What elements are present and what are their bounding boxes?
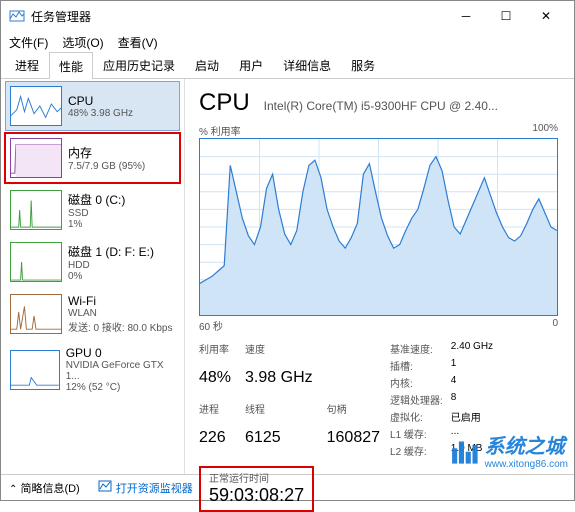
minimize-button[interactable]: ─ [446,1,486,31]
sidebar-disk1-detail2: 0% [68,271,154,282]
sidebar-item-disk0[interactable]: 磁盘 0 (C:) SSD 1% [5,185,180,235]
sidebar-memory-label: 内存 [68,144,145,161]
sidebar-item-memory[interactable]: 内存 7.5/7.9 GB (95%) [5,133,180,183]
value-sockets: 1 [451,358,493,373]
disk0-thumb-icon [10,190,62,230]
sidebar: CPU 48% 3.98 GHz 内存 7.5/7.9 GB (95%) 磁盘 … [1,79,185,474]
sidebar-disk0-label: 磁盘 0 (C:) [68,191,125,208]
tab-performance[interactable]: 性能 [49,52,93,79]
tab-apphistory[interactable]: 应用历史记录 [93,51,185,78]
sidebar-disk0-detail1: SSD [68,208,125,219]
tab-processes[interactable]: 进程 [5,51,49,78]
uptime-box: 正常运行时间 59:03:08:27 [199,466,314,512]
sidebar-cpu-label: CPU [68,94,133,108]
memory-thumb-icon [10,138,62,178]
tab-bar: 进程 性能 应用历史记录 启动 用户 详细信息 服务 [1,53,574,79]
wifi-thumb-icon [10,294,62,334]
cpu-title: CPU [199,89,250,117]
close-button[interactable]: ✕ [526,1,566,31]
sidebar-memory-detail: 7.5/7.9 GB (95%) [68,161,145,172]
menu-view[interactable]: 查看(V) [118,34,158,51]
graph-label-topleft: % 利用率 [199,123,241,138]
value-basespeed: 2.40 GHz [451,341,493,356]
maximize-button[interactable]: ☐ [486,1,526,31]
value-handles: 160827 [327,429,380,458]
sidebar-wifi-detail1: WLAN [68,308,173,319]
label-l1: L1 缓存: [390,426,443,441]
value-virt: 已启用 [451,409,493,424]
sidebar-gpu0-detail2: 12% (52 °C) [66,382,175,393]
cpu-graph[interactable] [199,138,558,316]
menu-options[interactable]: 选项(O) [62,34,103,51]
sidebar-gpu0-detail1: NVIDIA GeForce GTX 1... [66,360,175,382]
graph-label-topright: 100% [532,123,558,138]
label-uptime: 正常运行时间 [209,470,304,485]
sidebar-gpu0-label: GPU 0 [66,346,175,360]
cpu-thumb-icon [10,86,62,126]
tab-startup[interactable]: 启动 [185,51,229,78]
label-util: 利用率 [199,341,231,367]
window-title: 任务管理器 [31,8,446,25]
value-cores: 4 [451,375,493,390]
label-procs: 进程 [199,401,231,427]
sidebar-wifi-detail2: 发送: 0 接收: 80.0 Kbps [68,319,173,334]
value-logical: 8 [451,392,493,407]
tab-details[interactable]: 详细信息 [273,51,341,78]
gpu0-thumb-icon [10,350,60,390]
sidebar-item-wifi[interactable]: Wi-Fi WLAN 发送: 0 接收: 80.0 Kbps [5,289,180,339]
sidebar-disk1-label: 磁盘 1 (D: F: E:) [68,243,154,260]
cpu-model: Intel(R) Core(TM) i5-9300HF CPU @ 2.40..… [264,99,558,113]
open-resmon-link[interactable]: 打开资源监视器 [98,479,193,496]
resmon-icon [98,479,112,496]
sidebar-item-disk1[interactable]: 磁盘 1 (D: F: E:) HDD 0% [5,237,180,287]
sidebar-item-cpu[interactable]: CPU 48% 3.98 GHz [5,81,180,131]
label-speed: 速度 [245,341,313,367]
label-cores: 内核: [390,375,443,390]
label-logical: 逻辑处理器: [390,392,443,407]
value-uptime: 59:03:08:27 [209,485,304,506]
sidebar-disk1-detail1: HDD [68,260,154,271]
main-panel: CPU Intel(R) Core(TM) i5-9300HF CPU @ 2.… [185,79,574,474]
app-icon [9,8,25,24]
value-threads: 6125 [245,429,313,458]
value-util: 48% [199,369,231,398]
label-l2: L2 缓存: [390,443,443,458]
menu-file[interactable]: 文件(F) [9,34,48,51]
label-threads: 线程 [245,401,313,427]
label-handles: 句柄 [327,401,380,427]
chevron-down-icon: ⌃ [9,484,17,495]
value-speed: 3.98 GHz [245,369,313,398]
sidebar-wifi-label: Wi-Fi [68,294,173,308]
sidebar-cpu-detail: 48% 3.98 GHz [68,108,133,119]
label-sockets: 插槽: [390,358,443,373]
graph-label-bottomright: 0 [552,318,558,333]
value-l2: 1.0 MB [451,443,493,458]
sidebar-disk0-detail2: 1% [68,219,125,230]
tab-users[interactable]: 用户 [229,51,273,78]
graph-label-bottomleft: 60 秒 [199,318,223,333]
tab-services[interactable]: 服务 [341,51,385,78]
disk1-thumb-icon [10,242,62,282]
value-procs: 226 [199,429,231,458]
label-virt: 虚拟化: [390,409,443,424]
brief-info-toggle[interactable]: ⌃ 简略信息(D) [9,480,80,496]
sidebar-item-gpu0[interactable]: GPU 0 NVIDIA GeForce GTX 1... 12% (52 °C… [5,341,180,398]
label-basespeed: 基准速度: [390,341,443,356]
value-l1: ... [451,426,493,441]
